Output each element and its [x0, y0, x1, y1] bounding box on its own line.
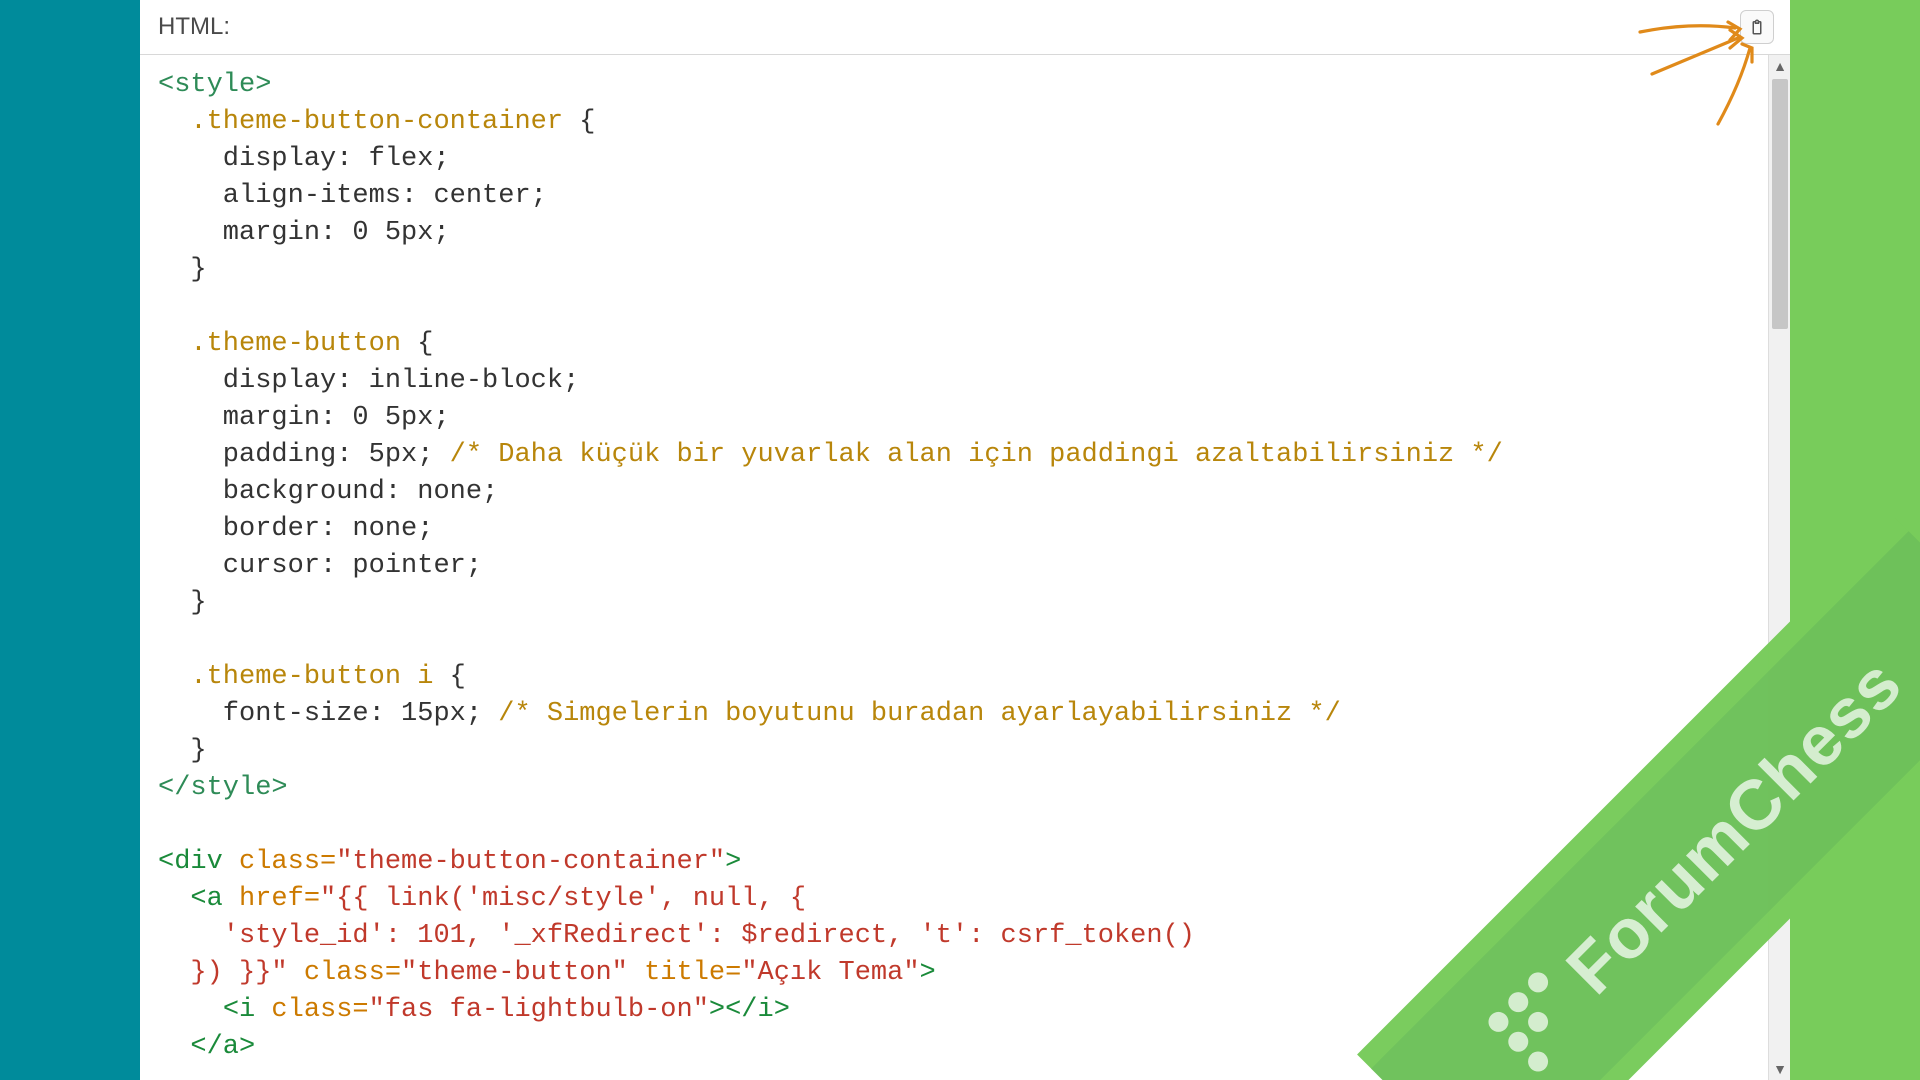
- code-viewport[interactable]: <style> .theme-button-container { displa…: [140, 67, 1768, 1080]
- code-block-header: HTML:: [140, 0, 1790, 55]
- right-gutter: [1790, 0, 1920, 1080]
- scroll-thumb[interactable]: [1772, 79, 1788, 329]
- vertical-scrollbar[interactable]: ▲ ▼: [1768, 55, 1790, 1080]
- code-content: <style> .theme-button-container { displa…: [158, 67, 1768, 1066]
- code-language-label: HTML:: [158, 13, 230, 41]
- scroll-down-arrow-icon[interactable]: ▼: [1769, 1058, 1791, 1080]
- scroll-up-arrow-icon[interactable]: ▲: [1769, 55, 1791, 77]
- code-block: <style> .theme-button-container { displa…: [140, 55, 1790, 1080]
- clipboard-icon: [1748, 18, 1766, 36]
- left-gutter: [0, 0, 140, 1080]
- copy-code-button[interactable]: [1740, 10, 1774, 44]
